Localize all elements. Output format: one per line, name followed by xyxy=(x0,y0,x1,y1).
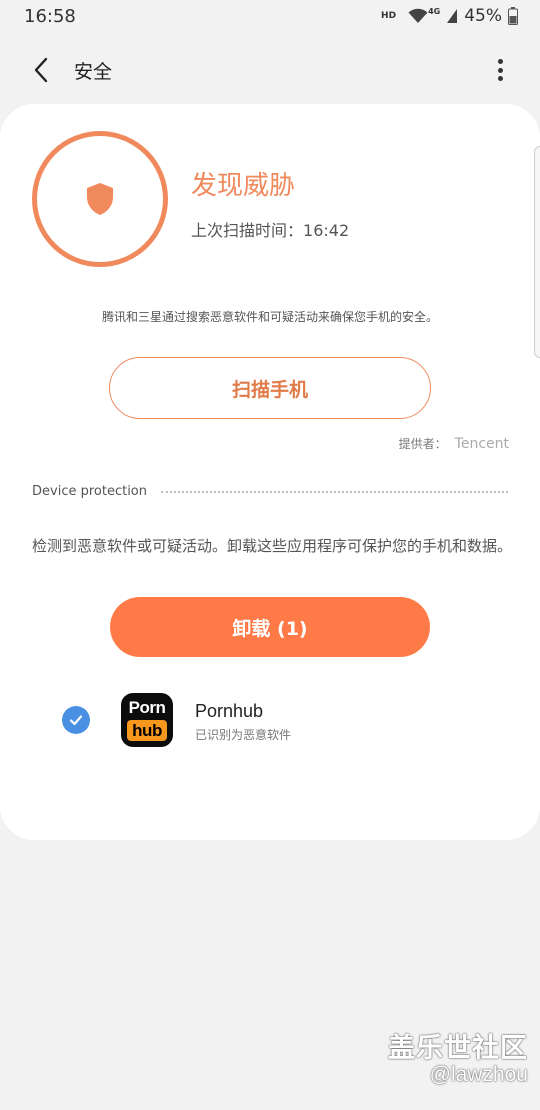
provider-info: 提供者： Tencent xyxy=(399,435,509,452)
checkmark-icon xyxy=(69,715,83,726)
section-divider xyxy=(161,490,508,493)
network-type: 4G xyxy=(428,6,441,16)
shield-icon xyxy=(87,183,113,215)
app-status: 已识别为恶意软件 xyxy=(195,728,292,742)
detection-message: 检测到恶意软件或可疑活动。卸载这些应用程序可保护您的手机和数据。 xyxy=(32,537,513,555)
more-options-button[interactable] xyxy=(490,56,510,84)
watermark-community: 盖乐世社区 xyxy=(388,1033,528,1064)
app-bar: 安全 xyxy=(0,44,540,94)
chevron-left-icon xyxy=(34,57,48,83)
more-dot-icon xyxy=(497,76,503,81)
checkbox-checked[interactable] xyxy=(62,706,90,734)
status-bar: 16:58 HD 4G 45% xyxy=(0,0,540,34)
last-scan-label: 上次扫描时间： xyxy=(191,221,304,240)
list-item[interactable]: Porn hub Pornhub 已识别为恶意软件 xyxy=(0,688,540,752)
more-dot-icon xyxy=(497,59,503,64)
page-title: 安全 xyxy=(74,61,113,83)
edge-panel-handle[interactable] xyxy=(534,146,540,358)
device-protection-header: Device protection xyxy=(32,484,508,499)
uninstall-button[interactable]: 卸载 (1) xyxy=(110,597,430,657)
app-name: Pornhub xyxy=(195,701,264,721)
threat-title: 发现威胁 xyxy=(191,171,296,201)
app-icon-text-bottom: hub xyxy=(127,720,167,741)
app-icon-text-top: Porn xyxy=(128,698,166,717)
app-icon: Porn hub xyxy=(121,693,173,747)
watermark-user: @lawzhou xyxy=(429,1063,528,1086)
last-scan-time: 上次扫描时间：16:42 xyxy=(191,217,349,241)
provider-name: Tencent xyxy=(454,436,509,452)
status-icons: HD 4G 45% xyxy=(381,6,518,26)
last-scan-value: 16:42 xyxy=(303,221,350,240)
more-dot-icon xyxy=(497,67,503,73)
hd-indicator: HD xyxy=(381,11,397,21)
battery-icon xyxy=(508,7,518,25)
section-title: Device protection xyxy=(32,484,148,499)
wifi-icon xyxy=(408,8,428,23)
scan-phone-button[interactable]: 扫描手机 xyxy=(109,357,431,419)
security-description: 腾讯和三星通过搜索恶意软件和可疑活动来确保您手机的安全。 xyxy=(101,310,438,324)
battery-percent: 45% xyxy=(464,6,502,26)
status-time: 16:58 xyxy=(24,6,76,27)
signal-icon xyxy=(447,9,458,23)
back-button[interactable] xyxy=(26,54,58,86)
provider-label: 提供者： xyxy=(398,437,447,451)
